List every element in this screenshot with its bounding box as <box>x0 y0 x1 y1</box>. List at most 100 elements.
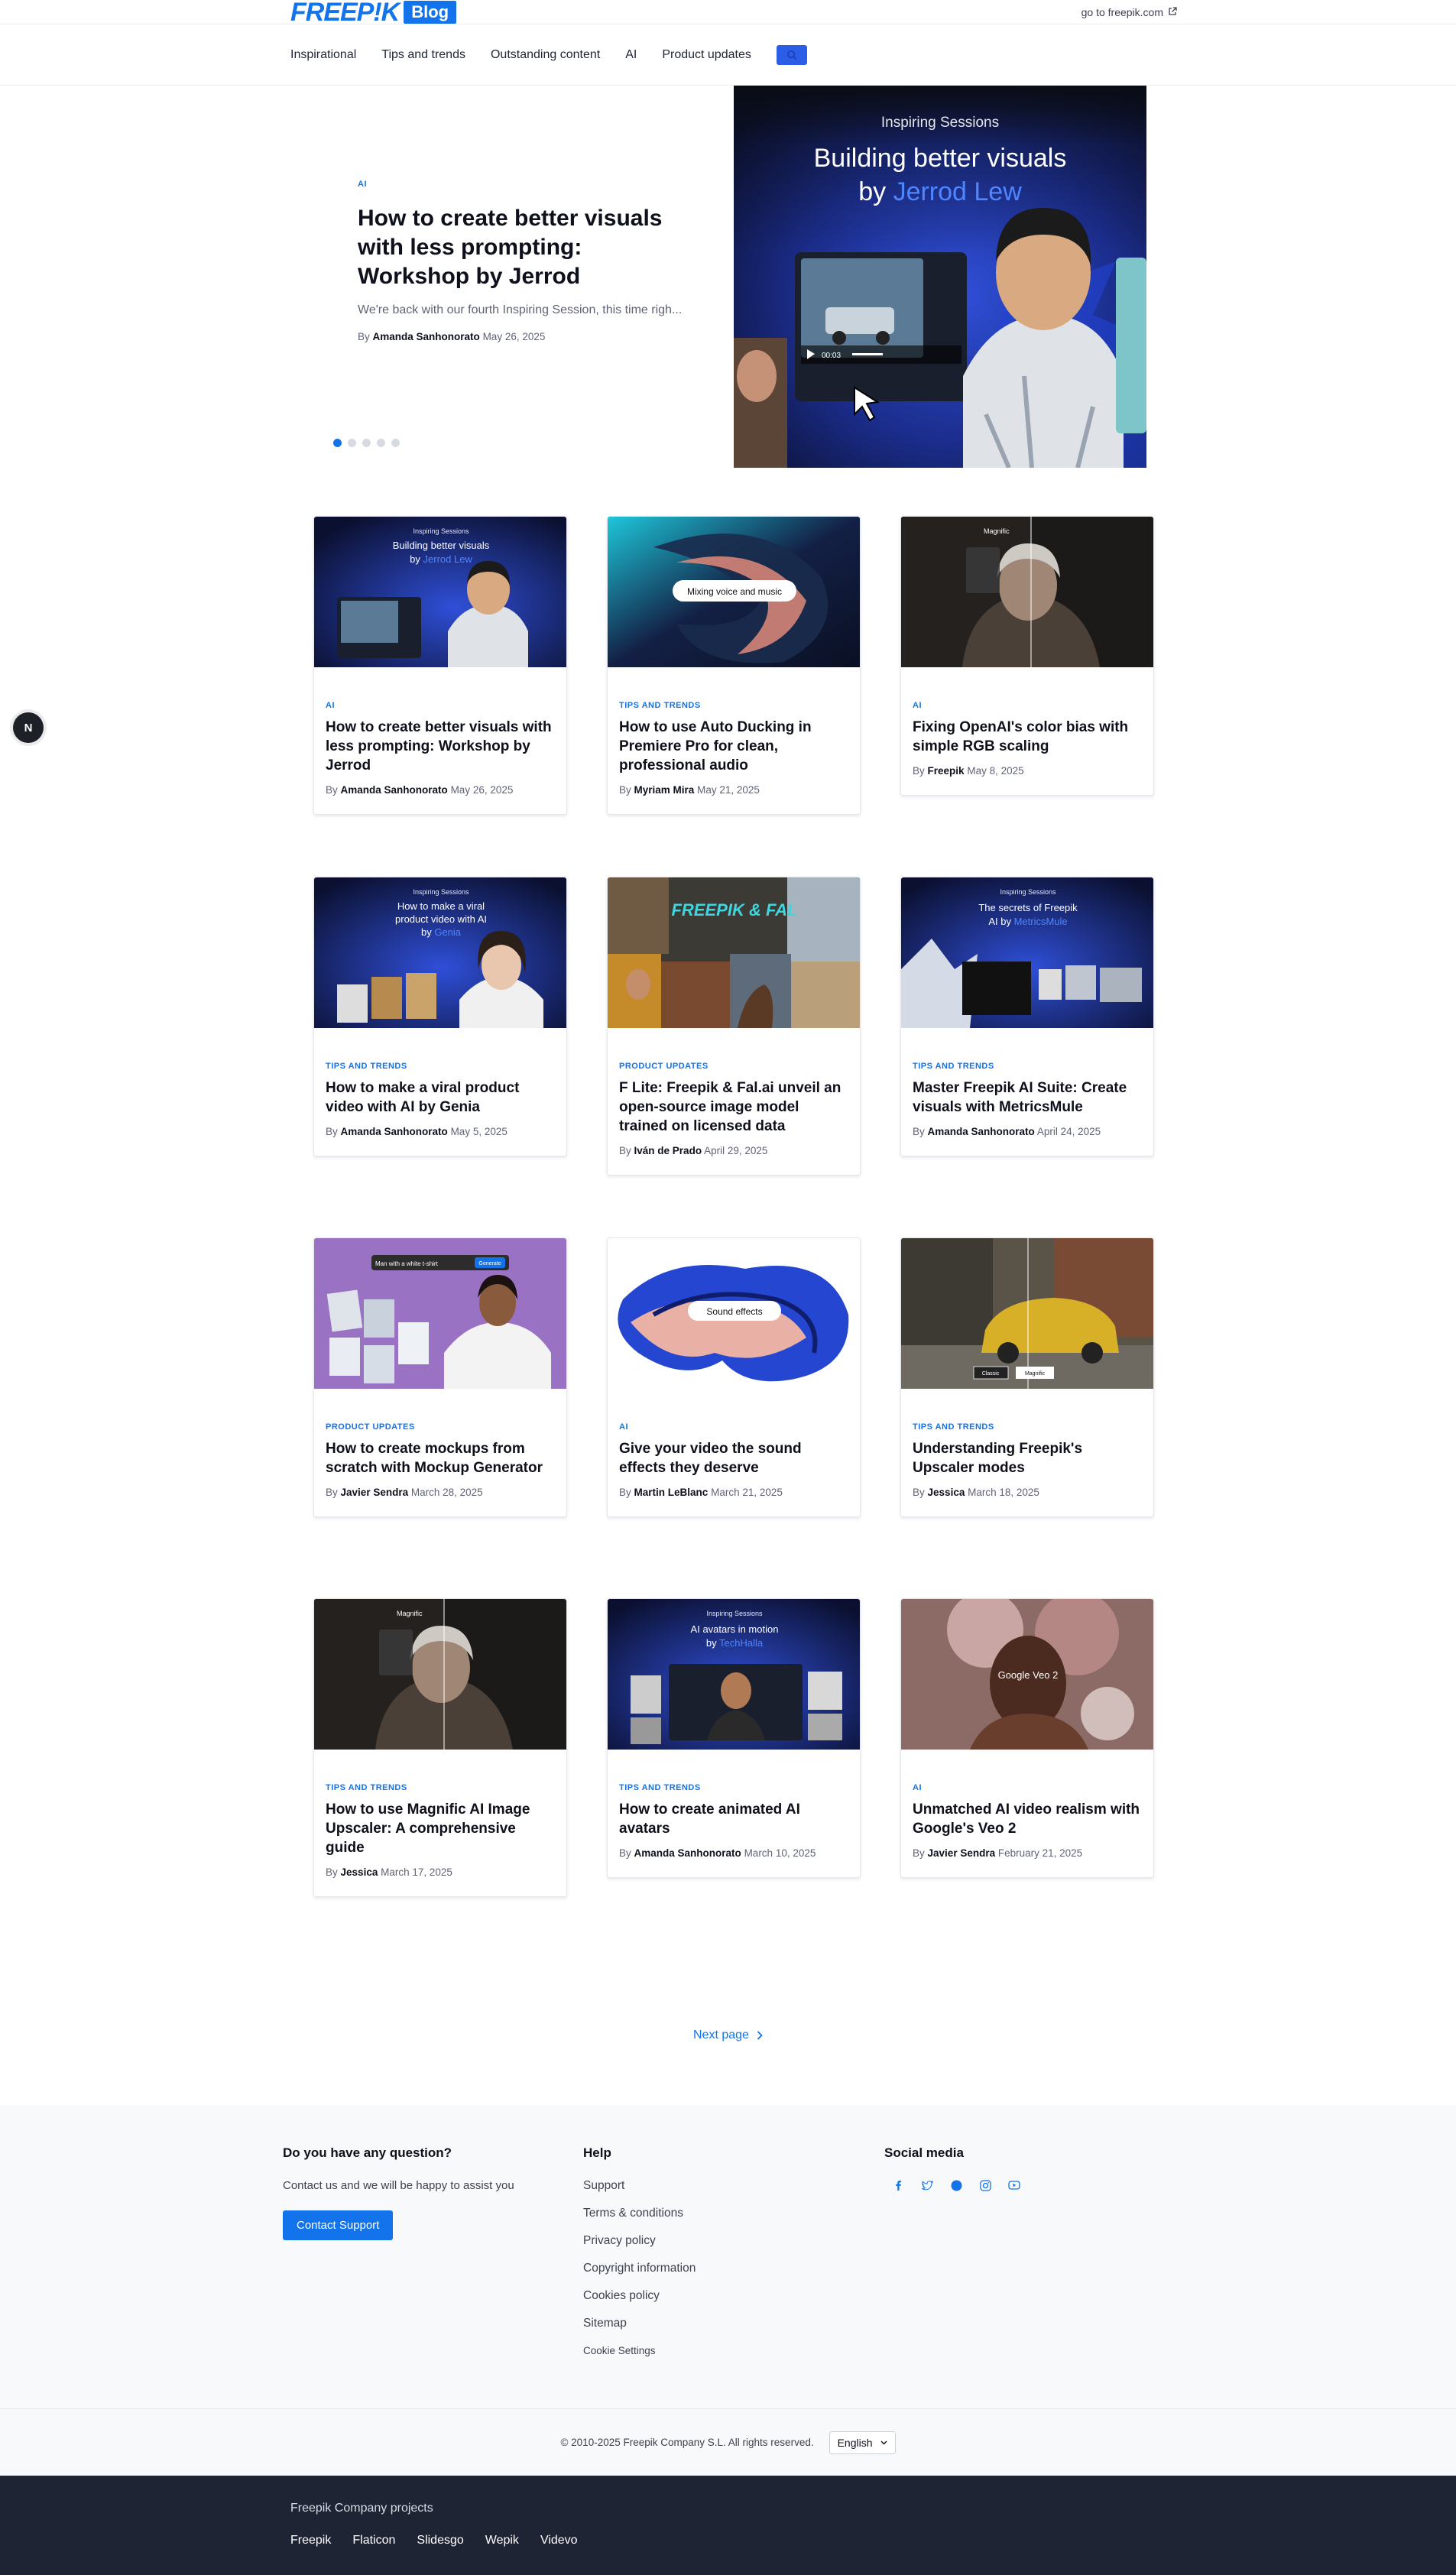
article-thumbnail[interactable]: Inspiring Sessions The secrets of Freepi… <box>901 877 1153 1028</box>
nav-item-tips-and-trends[interactable]: Tips and trends <box>381 48 465 62</box>
floating-n-badge[interactable]: N <box>13 712 44 743</box>
article-category[interactable]: PRODUCT UPDATES <box>326 1422 555 1432</box>
article-card[interactable]: Mixing voice and music TIPS AND TRENDS H… <box>607 516 861 815</box>
article-title[interactable]: How to use Magnific AI Image Upscaler: A… <box>326 1800 555 1857</box>
freepik-blog-logo[interactable]: FREEP!K Blog <box>290 0 457 25</box>
article-category[interactable]: AI <box>619 1422 848 1432</box>
article-title[interactable]: F Lite: Freepik & Fal.ai unveil an open-… <box>619 1078 848 1136</box>
article-author[interactable]: Javier Sendra <box>928 1847 996 1859</box>
article-category[interactable]: AI <box>913 701 1142 710</box>
company-link-slidesgo[interactable]: Slidesgo <box>417 2534 463 2547</box>
article-card[interactable]: Man with a white t-shirt Generate PRODUC… <box>313 1237 567 1517</box>
article-category[interactable]: AI <box>913 1783 1142 1792</box>
article-category[interactable]: TIPS AND TRENDS <box>913 1422 1142 1432</box>
article-author[interactable]: Jessica <box>928 1487 965 1498</box>
footer-link-cookies[interactable]: Cookies policy <box>583 2289 696 2303</box>
footer-link-privacy[interactable]: Privacy policy <box>583 2234 696 2248</box>
article-author[interactable]: Amanda Sanhonorato <box>341 1126 448 1137</box>
company-link-freepik[interactable]: Freepik <box>290 2534 331 2547</box>
article-card[interactable]: Inspiring Sessions AI avatars in motion … <box>607 1598 861 1878</box>
article-thumbnail[interactable]: Google Veo 2 <box>901 1599 1153 1750</box>
article-thumbnail[interactable]: Magnific <box>901 517 1153 667</box>
article-card[interactable]: Google Veo 2 AI Unmatched AI video reali… <box>900 1598 1154 1878</box>
footer-link-terms[interactable]: Terms & conditions <box>583 2207 696 2220</box>
article-title[interactable]: How to create mockups from scratch with … <box>326 1439 555 1477</box>
article-category[interactable]: TIPS AND TRENDS <box>326 1062 555 1071</box>
article-author[interactable]: Amanda Sanhonorato <box>928 1126 1035 1137</box>
article-title[interactable]: Fixing OpenAI's color bias with simple R… <box>913 718 1142 756</box>
youtube-icon[interactable] <box>1008 2179 1020 2191</box>
go-to-freepik-link[interactable]: go to freepik.com <box>1081 0 1177 24</box>
article-author[interactable]: Myriam Mira <box>634 784 695 796</box>
footer-help-title: Help <box>583 2145 611 2160</box>
article-title[interactable]: How to use Auto Ducking in Premiere Pro … <box>619 718 848 775</box>
hero-title[interactable]: How to create better visuals with less p… <box>358 204 686 291</box>
article-card[interactable]: Inspiring Sessions How to make a viral p… <box>313 877 567 1156</box>
article-category[interactable]: AI <box>326 701 555 710</box>
article-card[interactable]: Classic Magnific TIPS AND TRENDS Underst… <box>900 1237 1154 1517</box>
hero-image[interactable]: 00:03 Inspiring Sessions Building better… <box>734 86 1146 468</box>
slider-dot-3[interactable] <box>362 439 371 447</box>
company-link-wepik[interactable]: Wepik <box>485 2534 519 2547</box>
hero-category[interactable]: AI <box>358 180 686 189</box>
article-thumbnail[interactable]: Man with a white t-shirt Generate <box>314 1238 566 1389</box>
article-title[interactable]: How to create better visuals with less p… <box>326 718 555 775</box>
slider-dot-1[interactable] <box>333 439 342 447</box>
nav-item-product-updates[interactable]: Product updates <box>662 48 751 62</box>
article-thumbnail[interactable]: Inspiring Sessions AI avatars in motion … <box>608 1599 860 1750</box>
cookie-settings-link[interactable]: Cookie Settings <box>583 2345 656 2356</box>
next-page-link[interactable]: Next page <box>693 2029 763 2042</box>
nav-item-ai[interactable]: AI <box>625 48 637 62</box>
article-title[interactable]: Unmatched AI video realism with Google's… <box>913 1800 1142 1838</box>
instagram-icon[interactable] <box>979 2179 991 2191</box>
slider-dot-2[interactable] <box>348 439 356 447</box>
article-card[interactable]: Inspiring Sessions Building better visua… <box>313 516 567 815</box>
article-author[interactable]: Jessica <box>341 1866 378 1878</box>
article-thumbnail[interactable]: FREEPIK & FAL <box>608 877 860 1028</box>
nav-item-outstanding-content[interactable]: Outstanding content <box>491 48 600 62</box>
slider-dot-4[interactable] <box>377 439 385 447</box>
footer-question: Do you have any question? Contact us and… <box>283 2145 514 2240</box>
facebook-icon[interactable] <box>892 2179 904 2191</box>
article-thumbnail[interactable]: Inspiring Sessions Building better visua… <box>314 517 566 667</box>
hero-author[interactable]: Amanda Sanhonorato <box>373 331 480 342</box>
search-button[interactable] <box>776 45 807 65</box>
footer-link-sitemap[interactable]: Sitemap <box>583 2317 696 2330</box>
article-title[interactable]: Understanding Freepik's Upscaler modes <box>913 1439 1142 1477</box>
article-author[interactable]: Martin LeBlanc <box>634 1487 709 1498</box>
article-thumbnail[interactable]: Sound effects <box>608 1238 860 1389</box>
language-select[interactable]: English <box>829 2431 896 2454</box>
footer-link-support[interactable]: Support <box>583 2179 696 2193</box>
article-author[interactable]: Iván de Prado <box>634 1145 702 1156</box>
article-thumbnail[interactable]: Mixing voice and music <box>608 517 860 667</box>
article-category[interactable]: TIPS AND TRENDS <box>326 1783 555 1792</box>
article-author[interactable]: Freepik <box>928 765 965 777</box>
footer-link-copyright[interactable]: Copyright information <box>583 2262 696 2275</box>
article-title[interactable]: Give your video the sound effects they d… <box>619 1439 848 1477</box>
pinterest-icon[interactable] <box>950 2179 962 2191</box>
article-title[interactable]: How to make a viral product video with A… <box>326 1078 555 1117</box>
article-card[interactable]: Inspiring Sessions The secrets of Freepi… <box>900 877 1154 1156</box>
slider-dot-5[interactable] <box>391 439 400 447</box>
article-card[interactable]: Magnific TIPS AND TRENDS How to use Magn… <box>313 1598 567 1897</box>
article-title[interactable]: How to create animated AI avatars <box>619 1800 848 1838</box>
article-category[interactable]: TIPS AND TRENDS <box>913 1062 1142 1071</box>
company-link-videvo[interactable]: Videvo <box>540 2534 578 2547</box>
article-author[interactable]: Amanda Sanhonorato <box>634 1847 741 1859</box>
article-category[interactable]: TIPS AND TRENDS <box>619 1783 848 1792</box>
article-author[interactable]: Amanda Sanhonorato <box>341 784 448 796</box>
company-link-flaticon[interactable]: Flaticon <box>352 2534 395 2547</box>
article-category[interactable]: TIPS AND TRENDS <box>619 701 848 710</box>
article-thumbnail[interactable]: Classic Magnific <box>901 1238 1153 1389</box>
article-card[interactable]: Magnific AI Fixing OpenAI's color bias w… <box>900 516 1154 796</box>
article-title[interactable]: Master Freepik AI Suite: Create visuals … <box>913 1078 1142 1117</box>
article-author[interactable]: Javier Sendra <box>341 1487 409 1498</box>
article-category[interactable]: PRODUCT UPDATES <box>619 1062 848 1071</box>
article-card[interactable]: FREEPIK & FAL PRODUCT UPDATES F Lite: Fr… <box>607 877 861 1176</box>
nav-item-inspirational[interactable]: Inspirational <box>290 48 356 62</box>
article-thumbnail[interactable]: Magnific <box>314 1599 566 1750</box>
contact-support-button[interactable]: Contact Support <box>283 2210 394 2240</box>
article-thumbnail[interactable]: Inspiring Sessions How to make a viral p… <box>314 877 566 1028</box>
twitter-icon[interactable] <box>921 2179 933 2191</box>
article-card[interactable]: Sound effects AI Give your video the sou… <box>607 1237 861 1517</box>
